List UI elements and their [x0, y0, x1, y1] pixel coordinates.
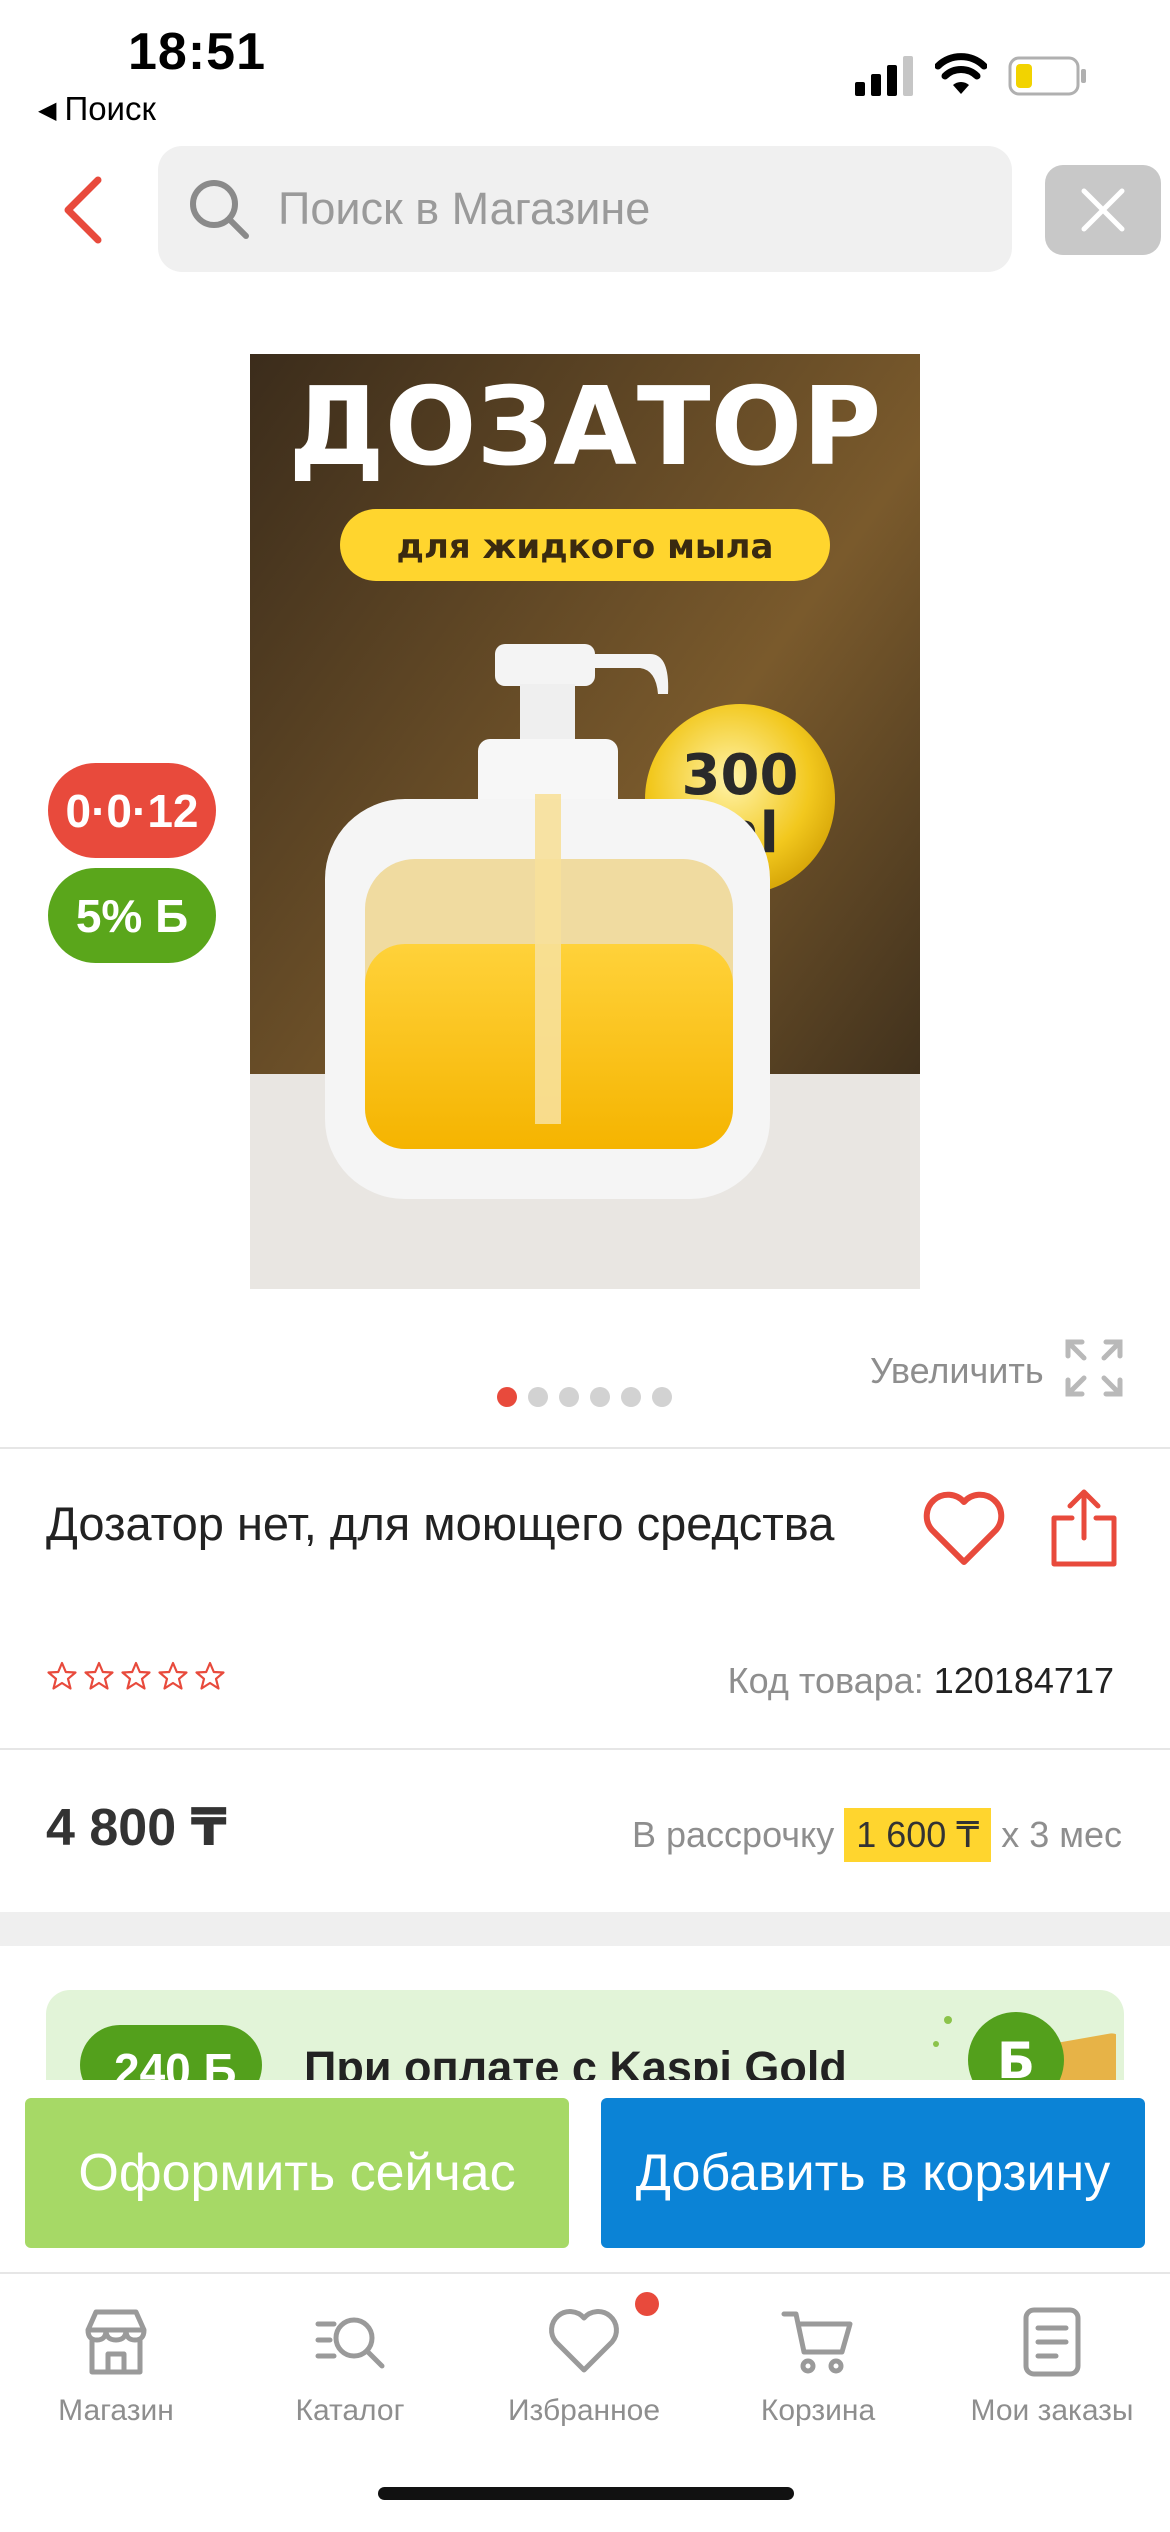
star-outline-icon — [84, 1661, 114, 1690]
back-app-label: Поиск — [64, 90, 156, 127]
tab-cart-label: Корзина — [760, 2394, 876, 2427]
image-volume-top: 300 — [682, 743, 799, 808]
cart-icon — [781, 2311, 853, 2374]
share-icon[interactable] — [1048, 1488, 1120, 1570]
divider — [0, 1447, 1170, 1449]
tab-cart[interactable]: Корзина — [708, 2304, 928, 2428]
star-outline-icon — [158, 1661, 188, 1690]
pagination-dot[interactable] — [652, 1387, 672, 1407]
back-triangle-icon: ◀ — [38, 97, 57, 124]
home-indicator — [378, 2487, 794, 2500]
star-outline-icon — [47, 1661, 77, 1690]
search-input[interactable]: Поиск в Магазине — [158, 146, 1012, 272]
installment-amount: 1 600 ₸ — [844, 1808, 992, 1862]
tab-catalog-label: Каталог — [295, 2394, 405, 2427]
installment-info: В рассрочку 1 600 ₸ x 3 мес — [632, 1808, 1122, 1862]
zoom-label[interactable]: Увеличить — [870, 1350, 1044, 1392]
battery-icon — [1008, 56, 1086, 96]
product-code-value: 120184717 — [933, 1660, 1114, 1701]
back-arrow-icon[interactable] — [50, 170, 120, 250]
status-time: 18:51 — [128, 23, 266, 81]
installment-suffix: x 3 мес — [1001, 1814, 1122, 1855]
star-outline-icon — [195, 1661, 225, 1690]
divider — [0, 1748, 1170, 1750]
search-icon — [190, 180, 249, 239]
store-icon — [85, 2309, 147, 2375]
close-button[interactable] — [1045, 165, 1161, 255]
gallery-pagination — [497, 1387, 672, 1407]
tab-store-label: Магазин — [58, 2394, 174, 2427]
pagination-dot[interactable] — [621, 1387, 641, 1407]
close-icon — [1081, 188, 1125, 232]
favorites-notification-dot — [635, 2292, 659, 2316]
tab-store[interactable]: Магазин — [6, 2304, 226, 2428]
pagination-dot-active[interactable] — [497, 1387, 517, 1407]
image-headline: ДОЗАТОР — [289, 365, 882, 490]
favorite-heart-icon[interactable] — [922, 1490, 1006, 1568]
add-to-cart-button[interactable]: Добавить в корзину — [601, 2098, 1145, 2248]
promo-bonus-pill: 240 Б — [80, 2025, 262, 2080]
image-subheadline: для жидкого мыла — [397, 527, 774, 567]
installment-prefix: В рассрочку — [631, 1814, 835, 1855]
orders-icon — [1023, 2307, 1081, 2377]
product-code: Код товара: 120184717 — [728, 1660, 1114, 1702]
bonus-badge: 5% Б — [48, 868, 216, 963]
pagination-dot[interactable] — [590, 1387, 610, 1407]
tab-favorites[interactable]: Избранное — [474, 2304, 694, 2428]
tab-my-orders-label: Мои заказы — [970, 2394, 1134, 2427]
search-placeholder: Поиск в Магазине — [278, 183, 651, 234]
bonus-coin-icon: Б — [933, 2012, 1116, 2080]
tab-favorites-label: Избранное — [507, 2394, 661, 2427]
product-code-label: Код товара: — [727, 1660, 924, 1701]
pagination-dot[interactable] — [559, 1387, 579, 1407]
heart-icon — [549, 2309, 619, 2373]
pagination-dot[interactable] — [528, 1387, 548, 1407]
tab-catalog[interactable]: Каталог — [240, 2304, 460, 2428]
back-to-app-link[interactable]: ◀ Поиск — [38, 90, 156, 128]
product-title: Дозатор нет, для моющего средства — [46, 1497, 835, 1550]
product-price: 4 800 ₸ — [46, 1799, 227, 1857]
svg-text:Б: Б — [997, 2032, 1035, 2080]
section-separator — [0, 1912, 1170, 1946]
catalog-search-icon — [315, 2317, 385, 2369]
expand-icon[interactable] — [1064, 1338, 1124, 1398]
star-outline-icon — [121, 1661, 151, 1690]
kaspi-gold-promo[interactable]: 240 Б При оплате с Kaspi Gold Б — [46, 1990, 1124, 2080]
checkout-now-button[interactable]: Оформить сейчас — [25, 2098, 569, 2248]
wifi-icon — [935, 53, 987, 94]
cellular-signal-icon — [855, 56, 913, 96]
rating-stars — [46, 1660, 226, 1692]
promo-text: При оплате с Kaspi Gold — [304, 2042, 847, 2080]
installment-badge: 0·0·12 — [48, 763, 216, 858]
product-image[interactable]: ДОЗАТОР для жидкого мыла 300 ml — [250, 354, 920, 1289]
tab-my-orders[interactable]: Мои заказы — [942, 2304, 1162, 2428]
